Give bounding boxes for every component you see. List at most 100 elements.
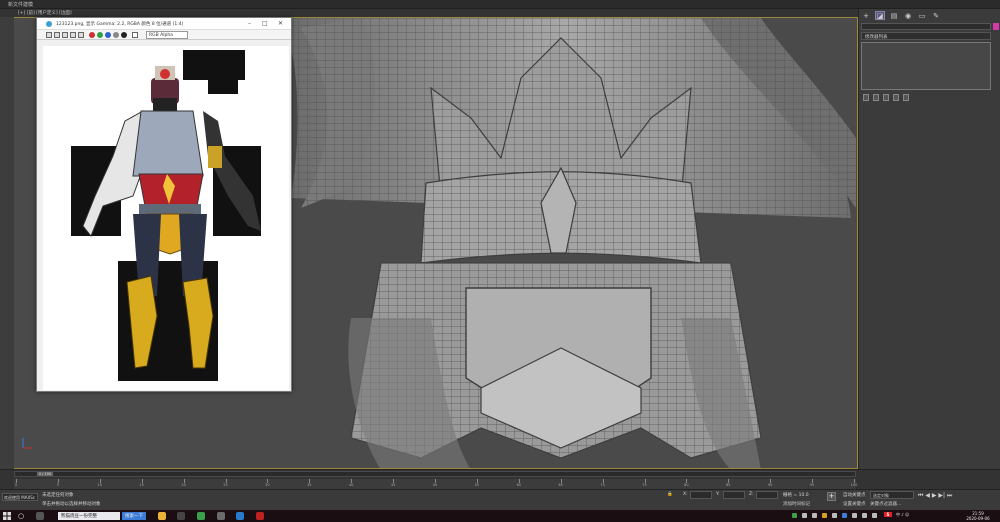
app-icon-2[interactable] xyxy=(236,512,244,520)
modify-tab-icon[interactable]: ◪ xyxy=(875,11,885,20)
axis-gizmo xyxy=(22,438,33,449)
copy-image-icon[interactable] xyxy=(54,32,60,38)
status-bar: 欢迎使用 MAXSc 未选定任何对象 单击并拖动以选择并移动对象 🔒 X: Y:… xyxy=(0,489,1000,510)
close-icon[interactable]: ✕ xyxy=(278,20,283,27)
object-name-input[interactable] xyxy=(861,23,991,30)
viewport-label[interactable]: [+] [前] [用户定义] [边面] xyxy=(18,10,72,16)
modifier-list-dropdown[interactable]: 修改器列表 xyxy=(861,32,991,40)
print-image-icon[interactable] xyxy=(70,32,76,38)
lock-selection-icon[interactable]: 🔒 xyxy=(667,492,673,497)
auto-key-button[interactable]: 自动关键点 xyxy=(843,492,866,498)
ime-status[interactable]: 中 ♪ ☺ xyxy=(896,512,909,517)
ruler-tick-label: 55 xyxy=(474,483,480,487)
make-unique-icon[interactable] xyxy=(883,94,889,101)
set-key-button[interactable]: 设置关键点 xyxy=(843,501,866,507)
red-channel-icon[interactable] xyxy=(89,32,95,38)
time-slider[interactable]: 0 / 100 xyxy=(14,471,856,477)
tray-icon-4[interactable] xyxy=(822,513,827,518)
configure-sets-icon[interactable] xyxy=(903,94,909,101)
maximize-icon[interactable]: □ xyxy=(262,20,268,27)
tray-icon-5[interactable] xyxy=(832,513,837,518)
time-slider-thumb[interactable]: 0 / 100 xyxy=(37,472,53,476)
selection-status: 未选定任何对象 xyxy=(42,493,74,498)
image-viewer-title: 123123.png, 显示 Gamma: 2.2, RGBA 颜色 8 位/通… xyxy=(56,22,184,27)
clear-image-icon[interactable] xyxy=(78,32,84,38)
set-key-icon[interactable]: + xyxy=(827,492,836,501)
app-icon-3[interactable] xyxy=(256,512,264,520)
ruler-tick-label: 80 xyxy=(684,483,689,487)
3dsmax-window: 新文件建模 [+] [前] [用户定义] [边面] + ◪ ▤ ◉ ▭ ✎ 修改… xyxy=(0,0,1000,522)
image-viewer-titlebar[interactable]: 123123.png, 显示 Gamma: 2.2, RGBA 颜色 8 位/通… xyxy=(37,18,291,30)
tray-icon-9[interactable] xyxy=(872,513,877,518)
create-tab-icon[interactable]: + xyxy=(861,11,871,20)
blue-channel-icon[interactable] xyxy=(105,32,111,38)
app-icon-1[interactable] xyxy=(217,512,225,520)
viewport-label-bar: [+] [前] [用户定义] [边面] xyxy=(0,9,858,17)
remove-modifier-icon[interactable] xyxy=(893,94,899,101)
selected-set-select[interactable]: 选定对象 xyxy=(870,491,914,499)
key-filters-button[interactable]: 关键点过滤器... xyxy=(870,501,901,507)
display-tab-icon[interactable]: ▭ xyxy=(917,11,927,20)
coord-y-field[interactable] xyxy=(723,491,745,499)
ime-sogou-icon[interactable]: S xyxy=(884,512,892,517)
task-view-icon[interactable] xyxy=(36,512,44,520)
show-end-result-icon[interactable] xyxy=(873,94,879,101)
viewport-left-strip xyxy=(0,17,14,469)
media-app-icon[interactable] xyxy=(177,512,185,520)
tray-icon-6[interactable] xyxy=(842,513,847,518)
background-color-swatch[interactable] xyxy=(132,32,138,38)
reference-image xyxy=(43,46,289,390)
ruler-tick-label: 60 xyxy=(516,483,522,487)
ruler-tick-label: 5 xyxy=(56,483,60,487)
image-viewer-window[interactable]: 123123.png, 显示 Gamma: 2.2, RGBA 颜色 8 位/通… xyxy=(36,17,292,392)
ruler-tick-label: 30 xyxy=(265,483,270,487)
window-title: 新文件建模 xyxy=(8,2,34,8)
image-viewer-app-icon xyxy=(46,21,52,27)
timeline-ruler[interactable]: 0 5 10 15 20 25 30 35 40 45 50 55 60 65 70 75 80 85 90 95 10… xyxy=(14,479,858,489)
minimize-icon[interactable]: – xyxy=(248,20,251,27)
clock-date: 2020-09-06 xyxy=(966,516,990,521)
command-panel-tabs: + ◪ ▤ ◉ ▭ ✎ xyxy=(861,11,941,20)
tray-icon-8[interactable] xyxy=(862,513,867,518)
motion-tab-icon[interactable]: ◉ xyxy=(903,11,913,20)
modifier-stack[interactable] xyxy=(861,42,991,90)
ruler-tick-label: 70 xyxy=(600,483,605,487)
character-reference-art xyxy=(71,50,261,381)
ruler-tick-label: 10 xyxy=(97,483,103,487)
ruler-tick-label: 90 xyxy=(767,483,773,487)
clone-image-icon[interactable] xyxy=(62,32,68,38)
save-image-icon[interactable] xyxy=(46,32,52,38)
tray-icon-7[interactable] xyxy=(852,513,857,518)
ruler-tick-label: 45 xyxy=(390,483,396,487)
maxscript-listener[interactable]: 欢迎使用 MAXSc xyxy=(2,493,38,501)
tray-icon-2[interactable] xyxy=(802,513,807,518)
ruler-tick-label: 95 xyxy=(809,483,815,487)
alpha-channel-icon[interactable] xyxy=(113,32,119,38)
playback-controls[interactable]: ⏮ ◀ ▶ ▶| ⏭ xyxy=(918,492,952,500)
tray-icon-3[interactable] xyxy=(812,513,817,518)
ruler-tick-label: 20 xyxy=(181,483,186,487)
timeline: 0 / 100 0 5 10 15 20 25 30 35 40 45 50 55 60 65 70 75 80… xyxy=(0,469,1000,489)
add-time-tag[interactable]: 添加时间标记 xyxy=(783,501,810,507)
command-panel: + ◪ ▤ ◉ ▭ ✎ 修改器列表 xyxy=(858,9,1000,471)
taskbar-search-task[interactable]: 熊猫烧豆一份完整 xyxy=(58,512,120,520)
windows-start-icon[interactable] xyxy=(3,512,11,520)
tray-icon-1[interactable] xyxy=(792,513,797,518)
chrome-icon[interactable] xyxy=(197,512,205,520)
coord-x-field[interactable] xyxy=(690,491,712,499)
system-clock[interactable]: 21:59 2020-09-06 xyxy=(960,511,996,521)
taskbar-search-button[interactable]: 搜索一下 xyxy=(122,512,146,520)
file-explorer-icon[interactable] xyxy=(158,512,166,520)
green-channel-icon[interactable] xyxy=(97,32,103,38)
utilities-tab-icon[interactable]: ✎ xyxy=(931,11,941,20)
hierarchy-tab-icon[interactable]: ▤ xyxy=(889,11,899,20)
pin-stack-icon[interactable] xyxy=(863,94,869,101)
ruler-tick-label: 100 xyxy=(850,483,858,487)
object-color-swatch[interactable] xyxy=(993,23,999,30)
ruler-tick-label: 25 xyxy=(223,483,228,487)
windows-taskbar: ○ 熊猫烧豆一份完整 搜索一下 S 中 ♪ ☺ 21:59 2020-09-06 xyxy=(0,510,1000,522)
coord-z-field[interactable] xyxy=(756,491,778,499)
channel-select[interactable]: RGB Alpha xyxy=(146,31,188,39)
search-icon[interactable]: ○ xyxy=(18,512,26,520)
mono-channel-icon[interactable] xyxy=(121,32,127,38)
